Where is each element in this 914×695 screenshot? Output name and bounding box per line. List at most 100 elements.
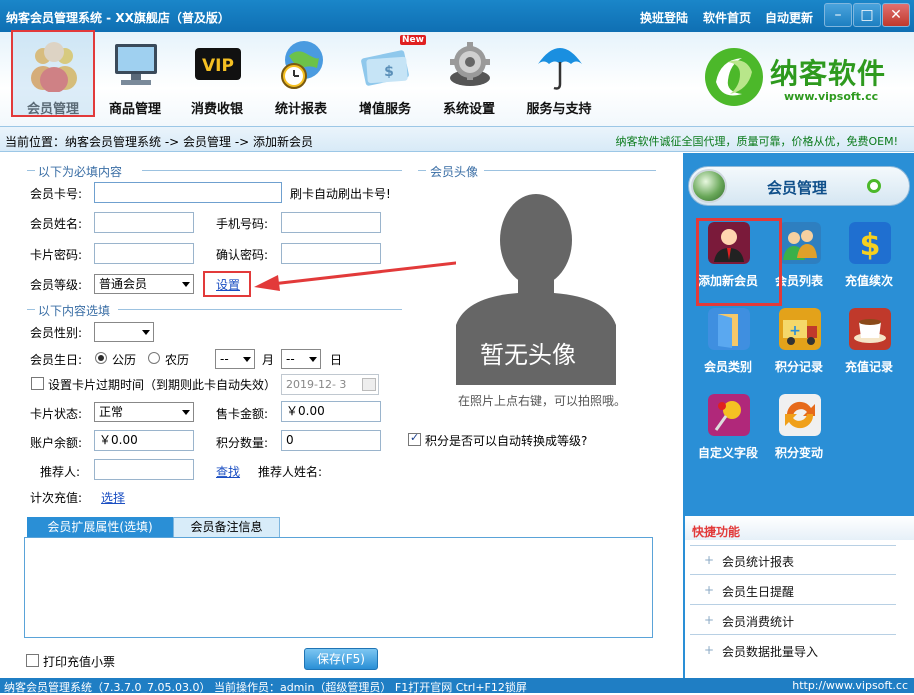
name-label: 会员姓名:	[30, 217, 83, 231]
sidebar-label-points-change: 积分变动	[774, 446, 823, 460]
window-title: 纳客会员管理系统 - XX旗舰店（普及版）	[6, 11, 230, 25]
save-button[interactable]: 保存(F5)	[304, 648, 378, 670]
svg-text:VIP: VIP	[202, 56, 234, 76]
monitor-icon	[115, 44, 157, 85]
quick-item-label: 会员统计报表	[722, 555, 795, 569]
toolbar-value-added[interactable]: $ New 增值服务	[344, 32, 426, 120]
quick-divider	[690, 545, 896, 546]
pin-icon	[708, 394, 750, 436]
section-divider	[118, 309, 402, 310]
count-recharge-label: 计次充值:	[30, 491, 83, 505]
toolbar-label-checkout: 消费收银	[190, 102, 243, 117]
quick-item-consumption-stats[interactable]: + 会员消费统计	[704, 613, 794, 630]
chevron-down-icon	[182, 282, 190, 287]
section-divider	[484, 170, 656, 171]
print-receipt-checkbox[interactable]	[26, 654, 39, 667]
sidebar-label-points-log: 积分记录	[774, 360, 823, 374]
expire-checkbox[interactable]	[31, 377, 44, 390]
brand-logo	[705, 48, 763, 106]
avatar-box[interactable]: 暂无头像	[456, 185, 616, 385]
sidebar-label-recharge-log: 充值记录	[844, 360, 893, 374]
svg-text:$: $	[384, 64, 394, 80]
section-divider	[27, 170, 35, 171]
quick-functions-title: 快捷功能	[692, 525, 741, 539]
close-button[interactable]: ✕	[882, 3, 910, 27]
toolbar-settings[interactable]: 系统设置	[428, 32, 510, 120]
points-label: 积分数量:	[216, 436, 269, 450]
balance-input[interactable]: ￥0.00	[94, 430, 194, 451]
find-referrer-link[interactable]: 查找	[216, 463, 240, 480]
quick-item-birthday-reminder[interactable]: + 会员生日提醒	[704, 583, 794, 600]
sidebar-item-member-category[interactable]: 会员类别	[690, 308, 766, 388]
sale-amount-label: 售卡金额:	[216, 407, 269, 421]
points-input[interactable]: 0	[281, 430, 381, 451]
quick-item-member-stats[interactable]: + 会员统计报表	[704, 553, 794, 570]
toolbar-checkout[interactable]: VIP 消费收银	[176, 32, 258, 120]
birth-day-select[interactable]: --	[281, 349, 321, 369]
tab-extended-attributes[interactable]: 会员扩展属性(选填)	[27, 517, 173, 538]
chevron-down-icon	[309, 357, 317, 362]
avatar-section-title: 会员头像	[430, 165, 479, 179]
sidebar-item-custom-fields[interactable]: 自定义字段	[690, 394, 766, 474]
password-label: 卡片密码:	[30, 248, 83, 262]
toolbar-reports[interactable]: 统计报表	[260, 32, 342, 120]
brand-url: www.vipsoft.cc	[784, 90, 879, 103]
sidebar-item-points-log[interactable]: + 积分记录	[761, 308, 837, 388]
name-input[interactable]	[94, 212, 194, 233]
card-status-select[interactable]: 正常	[94, 402, 194, 422]
quick-item-label: 会员消费统计	[722, 615, 795, 629]
breadcrumb-path: 当前位置：纳客会员管理系统 -> 会员管理 -> 添加新会员	[5, 135, 314, 149]
birth-month-select[interactable]: --	[215, 349, 255, 369]
solar-radio[interactable]	[95, 352, 107, 364]
gear-icon	[450, 42, 490, 86]
auto-update-link[interactable]: 自动更新	[765, 9, 813, 26]
minimize-button[interactable]: –	[824, 3, 852, 27]
sidebar-item-recharge[interactable]: $ 充值续次	[831, 222, 907, 302]
calendar-icon	[362, 378, 376, 391]
sidebar-item-points-change[interactable]: 积分变动	[761, 394, 837, 474]
select-count-link[interactable]: 选择	[101, 489, 125, 506]
auto-level-checkbox[interactable]	[408, 431, 421, 446]
breadcrumb: 当前位置：纳客会员管理系统 -> 会员管理 -> 添加新会员 纳客软件诚征全国代…	[0, 126, 914, 152]
card-status-value: 正常	[99, 405, 124, 419]
tab-remarks[interactable]: 会员备注信息	[173, 517, 280, 538]
balance-label: 账户余额:	[30, 436, 83, 450]
switch-shift-link[interactable]: 换班登陆	[640, 9, 688, 26]
status-bar: 纳客会员管理系统（7.3.7.0_7.05.03.0） 当前操作员：admin（…	[0, 678, 914, 694]
no-avatar-text: 暂无头像	[480, 341, 576, 369]
annotation-arrow	[254, 258, 483, 291]
level-select[interactable]: 普通会员	[94, 274, 194, 294]
gender-select[interactable]	[94, 322, 154, 342]
toolbar-label-reports: 统计报表	[274, 102, 327, 117]
referrer-input[interactable]	[94, 459, 194, 480]
phone-input[interactable]	[281, 212, 381, 233]
birth-day-value: --	[286, 352, 295, 366]
status-light-icon	[691, 169, 727, 203]
sidebar-label-recharge: 充值续次	[844, 274, 893, 288]
password-input[interactable]	[94, 243, 194, 264]
phone-label: 手机号码:	[216, 217, 269, 231]
sidebar-item-recharge-log[interactable]: 充值记录	[831, 308, 907, 388]
card-no-label: 会员卡号:	[30, 187, 83, 201]
birth-month-value: --	[220, 352, 229, 366]
toolbar-support[interactable]: 服务与支持	[518, 32, 600, 120]
coffee-icon	[849, 308, 891, 350]
section-divider	[27, 309, 35, 310]
level-setting-link[interactable]: 设置	[216, 276, 240, 293]
toolbar-goods[interactable]: 商品管理	[94, 32, 176, 120]
globe-clock-icon	[281, 41, 323, 89]
lunar-radio[interactable]	[148, 352, 160, 364]
day-unit: 日	[330, 353, 343, 367]
chevron-down-icon	[182, 410, 190, 415]
level-label: 会员等级:	[30, 278, 83, 292]
expire-date-picker[interactable]: 2019-12- 3	[281, 374, 379, 395]
status-url[interactable]: http://www.vipsoft.cc	[792, 679, 908, 692]
card-no-input[interactable]	[94, 182, 282, 203]
collapse-indicator-icon[interactable]	[867, 179, 881, 193]
sale-amount-input[interactable]: ￥0.00	[281, 401, 381, 422]
quick-item-batch-import[interactable]: + 会员数据批量导入	[704, 643, 818, 660]
section-divider	[418, 170, 426, 171]
software-home-link[interactable]: 软件首页	[703, 9, 751, 26]
maximize-button[interactable]: □	[853, 3, 881, 27]
birthday-label: 会员生日:	[30, 353, 83, 367]
